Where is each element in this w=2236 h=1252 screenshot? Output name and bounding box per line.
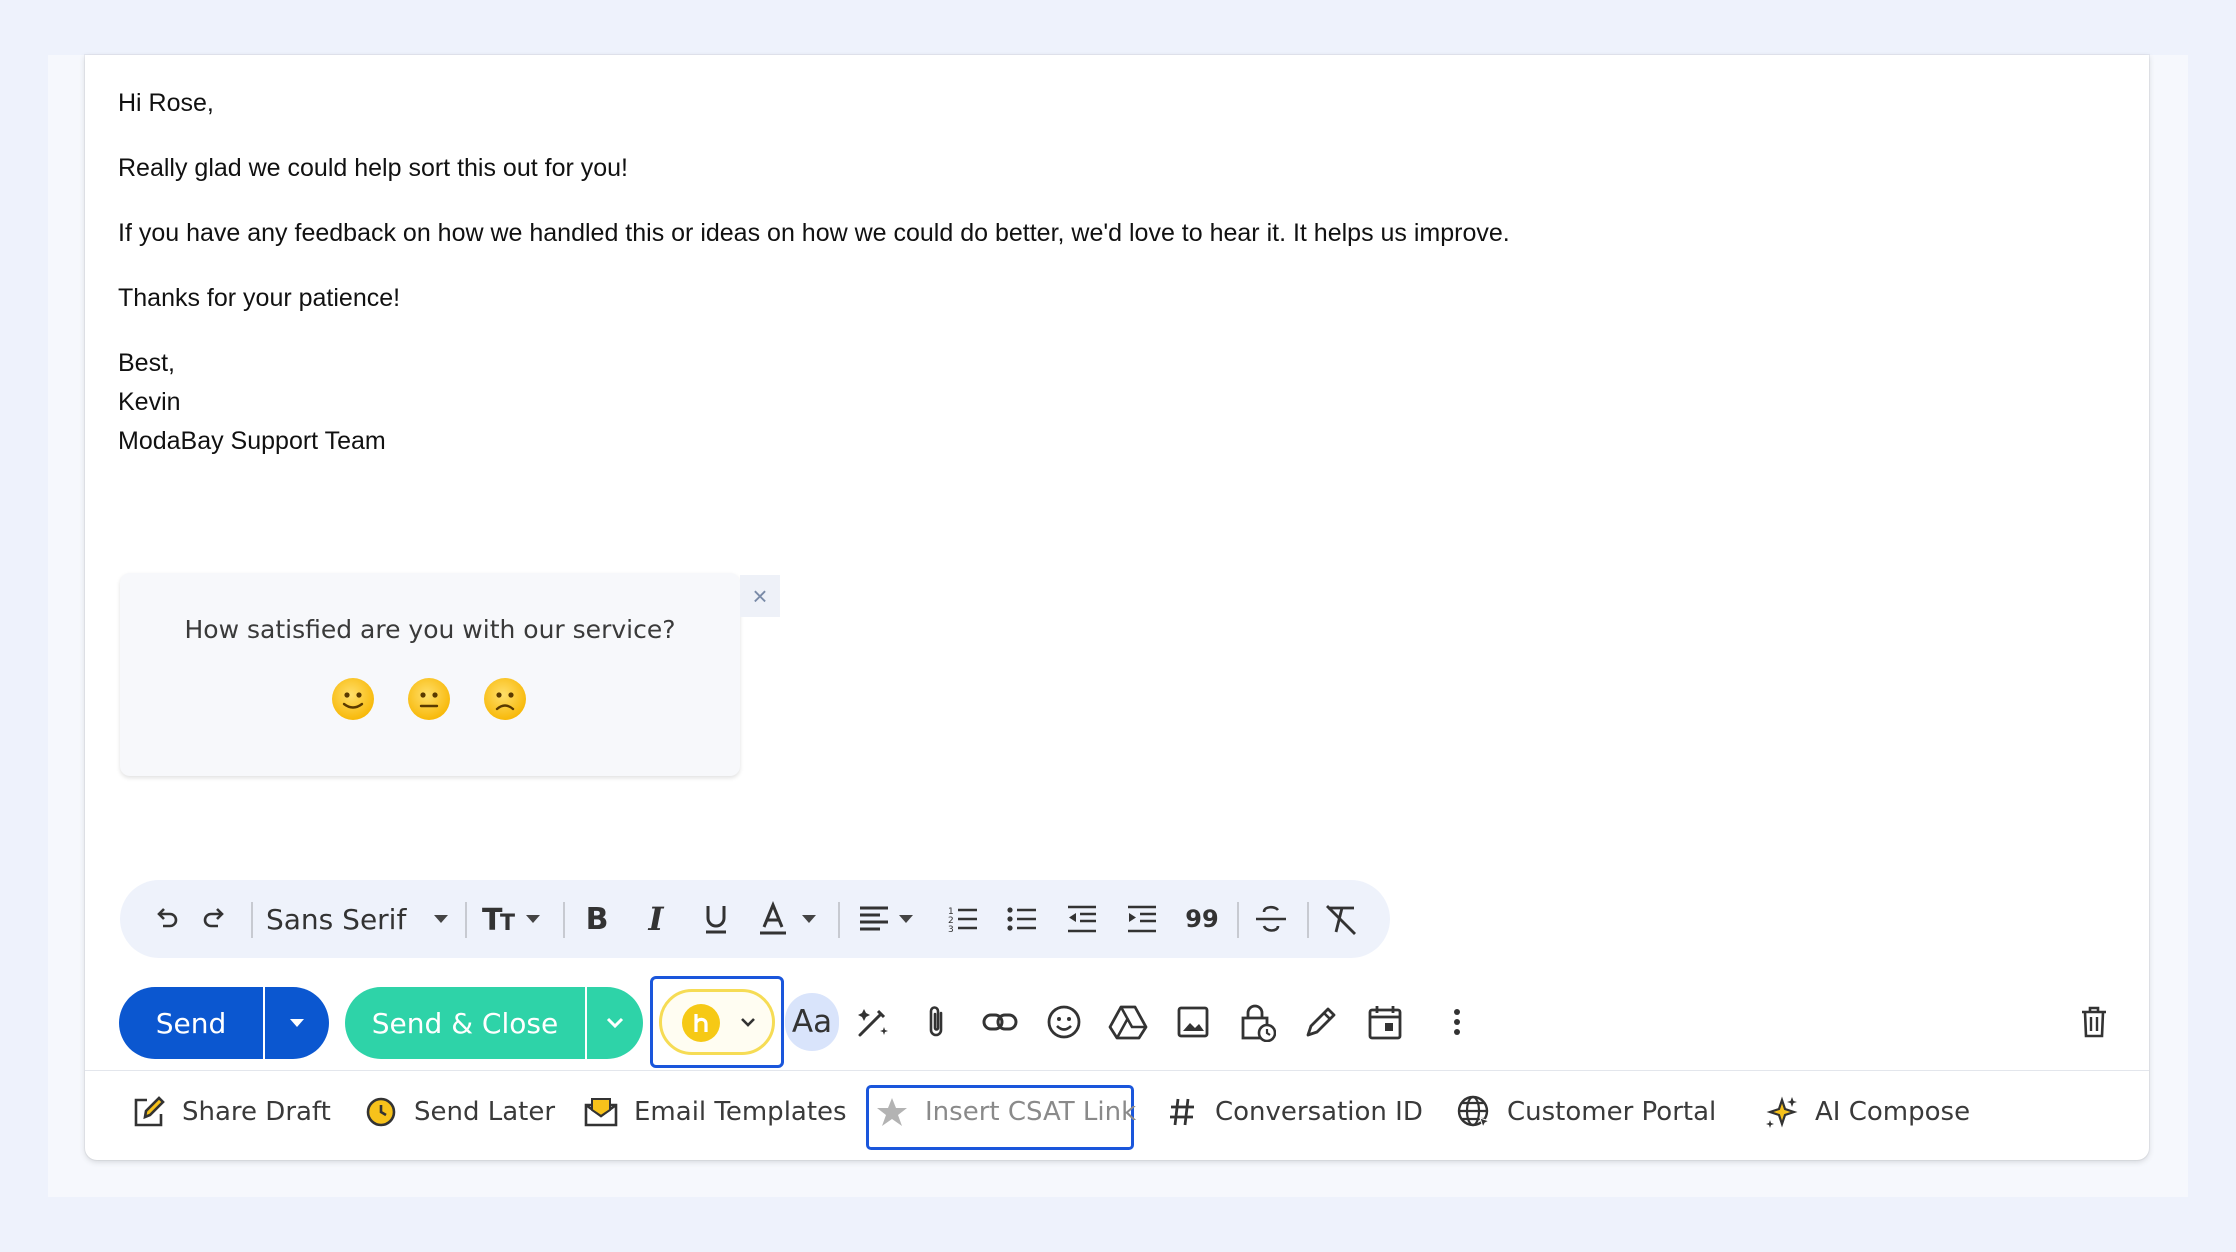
extension-button[interactable] bbox=[659, 989, 775, 1055]
email-templates-label: Email Templates bbox=[634, 1097, 847, 1127]
send-later-label: Send Later bbox=[414, 1097, 556, 1127]
extension-logo-icon bbox=[682, 1004, 720, 1042]
csat-widget: How satisfied are you with our service? bbox=[120, 573, 740, 776]
font-family-select[interactable]: Sans Serif bbox=[266, 880, 451, 958]
svg-text:T: T bbox=[500, 911, 515, 935]
indent-more-icon[interactable] bbox=[1122, 880, 1162, 958]
bulleted-list-icon[interactable] bbox=[1002, 880, 1042, 958]
toolbar-divider bbox=[563, 902, 565, 938]
csat-question: How satisfied are you with our service? bbox=[184, 615, 676, 644]
email-team: ModaBay Support Team bbox=[118, 427, 386, 455]
insert-csat-link-button[interactable]: Insert CSAT Link bbox=[873, 1089, 1136, 1135]
extension-highlight bbox=[650, 976, 784, 1068]
strikethrough-icon[interactable] bbox=[1251, 880, 1291, 958]
toolbar-divider bbox=[251, 902, 253, 938]
email-sender-name: Kevin bbox=[118, 388, 181, 416]
quote-icon[interactable]: 99 bbox=[1182, 880, 1222, 958]
formatting-toolbar: Sans Serif TT B I 123 99 bbox=[120, 880, 1390, 958]
italic-icon[interactable]: I bbox=[636, 880, 676, 958]
attachment-icon[interactable] bbox=[913, 999, 959, 1045]
conversation-id-button[interactable]: Conversation ID bbox=[1163, 1089, 1423, 1135]
insert-csat-link-label: Insert CSAT Link bbox=[925, 1097, 1137, 1127]
ai-compose-button[interactable]: AI Compose bbox=[1763, 1089, 1970, 1135]
share-draft-button[interactable]: Share Draft bbox=[130, 1089, 331, 1135]
email-line-3: Thanks for your patience! bbox=[118, 284, 401, 312]
underline-icon[interactable] bbox=[696, 880, 736, 958]
globe-icon bbox=[1455, 1093, 1493, 1131]
schedule-calendar-icon[interactable] bbox=[1362, 999, 1408, 1045]
font-size-icon[interactable]: TT bbox=[478, 880, 550, 958]
hashtag-icon bbox=[1163, 1093, 1201, 1131]
magic-wand-icon[interactable] bbox=[850, 999, 896, 1045]
customer-portal-button[interactable]: Customer Portal bbox=[1455, 1089, 1716, 1135]
svg-text:3: 3 bbox=[948, 925, 954, 935]
toolbar-divider bbox=[1307, 902, 1309, 938]
more-options-icon[interactable] bbox=[1434, 999, 1480, 1045]
neutral-face-icon[interactable] bbox=[408, 678, 450, 720]
remove-formatting-icon[interactable] bbox=[1321, 880, 1361, 958]
link-icon[interactable] bbox=[977, 999, 1023, 1045]
toolbar-divider bbox=[465, 902, 467, 938]
email-signoff: Best, bbox=[118, 349, 175, 377]
email-greeting: Hi Rose, bbox=[118, 89, 214, 117]
csat-close-button[interactable]: × bbox=[740, 575, 780, 617]
csat-faces bbox=[332, 678, 526, 720]
signature-pen-icon[interactable] bbox=[1298, 999, 1344, 1045]
confidential-mode-icon[interactable] bbox=[1234, 999, 1280, 1045]
envelope-icon bbox=[582, 1093, 620, 1131]
toolbar-divider bbox=[1237, 902, 1239, 938]
sad-face-icon[interactable] bbox=[484, 678, 526, 720]
undo-icon[interactable] bbox=[146, 880, 186, 958]
formatting-toggle-button[interactable]: Aa bbox=[785, 993, 839, 1051]
emoji-icon[interactable] bbox=[1041, 999, 1087, 1045]
numbered-list-icon[interactable]: 123 bbox=[943, 880, 983, 958]
star-icon bbox=[873, 1093, 911, 1131]
indent-less-icon[interactable] bbox=[1062, 880, 1102, 958]
email-line-2: If you have any feedback on how we handl… bbox=[118, 219, 1510, 247]
ai-compose-label: AI Compose bbox=[1815, 1097, 1971, 1127]
customer-portal-label: Customer Portal bbox=[1507, 1097, 1717, 1127]
divider bbox=[85, 1070, 2149, 1071]
share-draft-label: Share Draft bbox=[182, 1097, 331, 1127]
close-icon: × bbox=[752, 580, 768, 611]
send-later-button[interactable]: Send Later bbox=[362, 1089, 555, 1135]
conversation-id-label: Conversation ID bbox=[1215, 1097, 1423, 1127]
drive-icon[interactable] bbox=[1105, 999, 1151, 1045]
chevron-down-icon bbox=[290, 1019, 304, 1027]
font-family-value: Sans Serif bbox=[266, 902, 407, 936]
bold-icon[interactable]: B bbox=[577, 880, 617, 958]
happy-face-icon[interactable] bbox=[332, 678, 374, 720]
text-color-icon[interactable] bbox=[756, 880, 824, 958]
email-line-1: Really glad we could help sort this out … bbox=[118, 154, 628, 182]
image-icon[interactable] bbox=[1170, 999, 1216, 1045]
chevron-down-icon bbox=[434, 915, 448, 923]
edit-share-icon bbox=[130, 1093, 168, 1131]
send-button[interactable]: Send bbox=[119, 987, 263, 1059]
sparkle-icon bbox=[1763, 1093, 1801, 1131]
email-templates-button[interactable]: Email Templates bbox=[582, 1089, 847, 1135]
align-icon[interactable] bbox=[856, 880, 922, 958]
trash-icon[interactable] bbox=[2071, 999, 2117, 1045]
chevron-down-icon bbox=[741, 1018, 755, 1027]
send-and-close-button[interactable]: Send & Close bbox=[345, 987, 585, 1059]
chevron-down-icon bbox=[606, 1017, 624, 1029]
redo-icon[interactable] bbox=[195, 880, 235, 958]
toolbar-divider bbox=[838, 902, 840, 938]
clock-icon bbox=[362, 1093, 400, 1131]
